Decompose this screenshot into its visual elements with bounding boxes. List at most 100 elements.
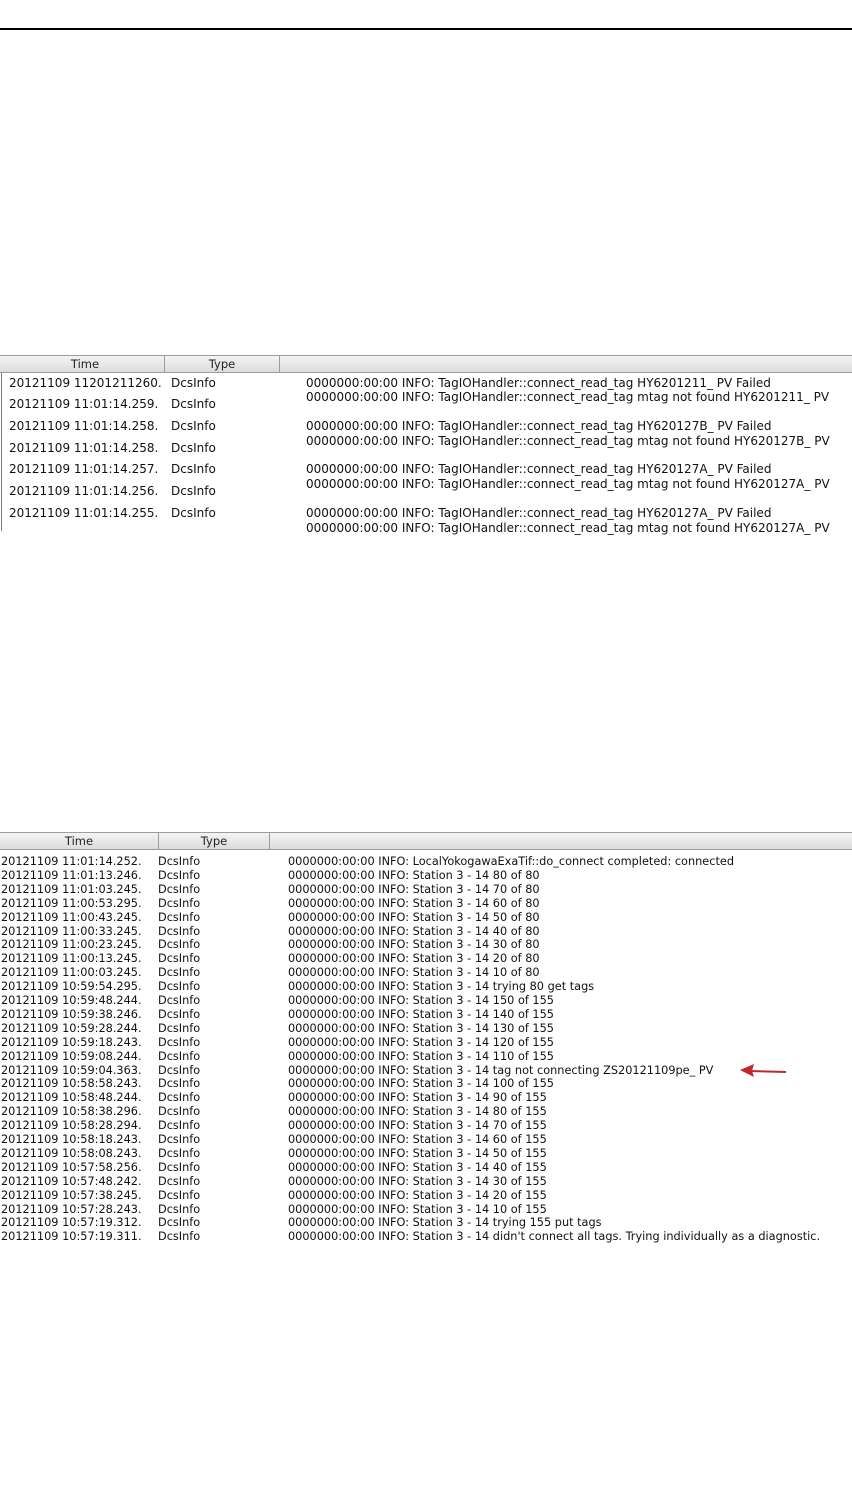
log-message: 0000000:00:00 INFO: TagIOHandler::connec…	[306, 376, 771, 390]
log-type: DcsInfo	[158, 1007, 201, 1021]
log-type: DcsInfo	[158, 1188, 201, 1202]
log-time: 20121109 11:01:14.258.	[9, 441, 159, 455]
column-header-type[interactable]: Type	[159, 833, 270, 849]
log-message: 0000000:00:00 INFO: Station 3 - 14 60 of…	[288, 896, 540, 910]
column-header-bar: Time Type	[0, 355, 852, 373]
log-type: DcsInfo	[158, 994, 201, 1007]
log-row[interactable]: 20121109 10:58:28.294. DcsInfo 0000000:00:…	[0, 1119, 852, 1133]
log-row[interactable]: 20121109 11:01:14.256. DcsInfo	[0, 484, 300, 498]
log-message: 0000000:00:00 INFO: Station 3 - 14 tag n…	[288, 1063, 714, 1077]
log-type: DcsInfo	[158, 966, 201, 980]
log-time: 20121109 10:57:19.311.	[1, 1230, 142, 1244]
log-row[interactable]: 20121109 11:00:33.245. DcsInfo 0000000:00:…	[0, 925, 852, 939]
log-time: 20121109 10:58:18.243.	[1, 1133, 142, 1146]
log-type: DcsInfo	[158, 1230, 201, 1244]
log-row[interactable]: 20121109 10:57:58.256. DcsInfo 0000000:00:…	[0, 1161, 852, 1175]
log-message: 0000000:00:00 INFO: Station 3 - 14 110 o…	[288, 1049, 554, 1063]
log-row[interactable]: 20121109 10:57:38.245. DcsInfo 0000000:00:…	[0, 1189, 852, 1203]
log-row[interactable]: 20121109 11:01:03.245. DcsInfo 0000000:00:…	[0, 883, 852, 897]
log-type: DcsInfo	[171, 441, 216, 455]
log-message-continued: 0000000:00:00 INFO: TagIOHandler::connec…	[306, 521, 830, 535]
log-message-continued: 0000000:00:00 INFO: TagIOHandler::connec…	[306, 477, 830, 491]
log-type: DcsInfo	[158, 1202, 201, 1216]
log-type: DcsInfo	[158, 1105, 201, 1119]
log-view-2: Time Type 20121109 11:01:14.252. DcsInfo 0…	[0, 832, 852, 1252]
column-header-message[interactable]	[280, 356, 852, 372]
log-type: DcsInfo	[158, 1146, 201, 1160]
log-row[interactable]: 20121109 10:58:48.244. DcsInfo 0000000:00:…	[0, 1091, 852, 1105]
log-row[interactable]: 20121109 10:57:19.312. DcsInfo 0000000:00:…	[0, 1216, 852, 1230]
log-row[interactable]: 20121109 11:01:14.255. DcsInfo 0000000:0…	[0, 506, 852, 520]
log-row[interactable]: 20121109 11:00:23.245. DcsInfo 0000000:00:…	[0, 938, 852, 952]
log-row[interactable]: 20121109 10:59:18.243. DcsInfo 0000000:00:…	[0, 1036, 852, 1050]
log-time: 20121109 10:58:48.244.	[1, 1091, 142, 1105]
log-row[interactable]: 20121109 10:59:54.295. DcsInfo 0000000:00:…	[0, 980, 852, 994]
red-arrow-annotation	[740, 1064, 787, 1077]
column-header-time[interactable]: Time	[0, 833, 159, 849]
column-header-bar: Time Type	[0, 832, 852, 850]
log-row[interactable]: 20121109 11:00:53.295. DcsInfo 0000000:00:…	[0, 897, 852, 911]
log-message: 0000000:00:00 INFO: Station 3 - 14 70 of…	[288, 882, 540, 896]
log-row[interactable]: 20121109 11201211260. DcsInfo 0000000:00…	[0, 376, 852, 390]
log-row[interactable]: 20121109 10:57:19.311. DcsInfo 0000000:00:…	[0, 1230, 852, 1244]
log-message-continued: 0000000:00:00 INFO: TagIOHandler::connec…	[306, 434, 830, 448]
log-row[interactable]: 20121109 11:00:13.245. DcsInfo 0000000:00:…	[0, 952, 852, 966]
log-row[interactable]: 20121109 10:57:28.243. DcsInfo 0000000:00:…	[0, 1203, 852, 1217]
log-message: 0000000:00:00 INFO: Station 3 - 14 50 of…	[288, 910, 540, 924]
log-type: DcsInfo	[158, 1133, 201, 1146]
log-message: 0000000:00:00 INFO: Station 3 - 14 140 o…	[288, 1007, 554, 1021]
log-row[interactable]: 20121109 10:59:28.244. DcsInfo 0000000:00:…	[0, 1022, 852, 1036]
log-message: 0000000:00:00 INFO: Station 3 - 14 didn'…	[288, 1230, 821, 1244]
log-message: 0000000:00:00 INFO: Station 3 - 14 130 o…	[288, 1021, 554, 1035]
log-row[interactable]: 20121109 10:58:18.243. DcsInfo 0000000:00:…	[0, 1133, 852, 1147]
log-row[interactable]: 20121109 11:01:14.258. DcsInfo	[0, 441, 300, 455]
log-row[interactable]: 20121109 11:01:13.246. DcsInfo 0000000:00:…	[0, 869, 852, 883]
log-message: 0000000:00:00 INFO: TagIOHandler::connec…	[306, 462, 772, 476]
log-type: DcsInfo	[171, 419, 216, 433]
log-time: 20121109 10:59:08.244.	[1, 1049, 142, 1063]
log-type: DcsInfo	[158, 1035, 201, 1049]
log-message: 0000000:00:00 INFO: Station 3 - 14 80 of…	[288, 868, 540, 882]
log-type: DcsInfo	[158, 1049, 201, 1063]
top-rule	[0, 28, 852, 30]
log-message: 0000000:00:00 INFO: Station 3 - 14 30 of…	[288, 938, 540, 952]
log-row[interactable]: 20121109 10:57:48.242. DcsInfo 0000000:00:…	[0, 1175, 852, 1189]
log-row[interactable]: 20121109 10:59:08.244. DcsInfo 0000000:00:…	[0, 1050, 852, 1064]
log-type: DcsInfo	[158, 1077, 201, 1091]
log-time: 20121109 11:00:23.245.	[1, 938, 142, 952]
log-time: 20121109 10:57:58.256.	[1, 1160, 142, 1174]
log-row[interactable]: 20121109 11:00:03.245. DcsInfo 0000000:00:…	[0, 966, 852, 980]
column-header-time[interactable]: Time	[6, 356, 165, 372]
log-type: DcsInfo	[158, 924, 201, 938]
log-row[interactable]: 20121109 11:00:43.245. DcsInfo 0000000:00:…	[0, 911, 852, 925]
log-row[interactable]: 20121109 11:01:14.258. DcsInfo 0000000:0…	[0, 419, 852, 433]
column-header-message[interactable]	[270, 833, 852, 849]
log-message: 0000000:00:00 INFO: Station 3 - 14 100 o…	[288, 1077, 554, 1091]
log-row[interactable]: 20121109 11:01:14.259. DcsInfo	[0, 397, 300, 411]
log-row[interactable]: 20121109 11:01:14.252. DcsInfo 0000000:00:…	[0, 855, 852, 869]
log-type: DcsInfo	[171, 376, 216, 390]
log-row[interactable]: 20121109 10:59:04.363. DcsInfo 0000000:00:…	[0, 1064, 852, 1078]
log-time: 20121109 10:58:58.243.	[1, 1077, 142, 1091]
log-time: 20121109 11:01:03.245.	[1, 882, 142, 896]
log-view-1: Time Type 20121109 11201211260. DcsInfo …	[0, 355, 852, 535]
log-type: DcsInfo	[158, 1216, 201, 1230]
log-type: DcsInfo	[158, 910, 201, 924]
log-message: 0000000:00:00 INFO: LocalYokogawaExaTif:…	[288, 855, 734, 868]
log-time: 20121109 10:57:28.243.	[1, 1202, 142, 1216]
log-time: 20121109 10:59:48.244.	[1, 994, 142, 1007]
log-row[interactable]: 20121109 10:59:38.246. DcsInfo 0000000:00:…	[0, 1008, 852, 1022]
log-time: 20121109 10:57:19.312.	[1, 1216, 142, 1230]
log-message: 0000000:00:00 INFO: Station 3 - 14 30 of…	[288, 1174, 547, 1188]
log-row[interactable]: 20121109 10:58:08.243. DcsInfo 0000000:00:…	[0, 1147, 852, 1161]
log-type: DcsInfo	[171, 506, 216, 520]
column-header-type[interactable]: Type	[165, 356, 280, 372]
log-message: 0000000:00:00 INFO: TagIOHandler::connec…	[306, 419, 772, 433]
log-time: 20121109 11201211260.	[9, 376, 162, 390]
log-row[interactable]: 20121109 10:59:48.244. DcsInfo 0000000:00:…	[0, 994, 852, 1008]
log-row[interactable]: 20121109 10:58:38.296. DcsInfo 0000000:00:…	[0, 1105, 852, 1119]
log-type: DcsInfo	[158, 980, 201, 994]
log-time: 20121109 10:59:28.244.	[1, 1021, 142, 1035]
log-row[interactable]: 20121109 11:01:14.257. DcsInfo 0000000:0…	[0, 462, 852, 476]
log-row[interactable]: 20121109 10:58:58.243. DcsInfo 0000000:00:…	[0, 1077, 852, 1091]
